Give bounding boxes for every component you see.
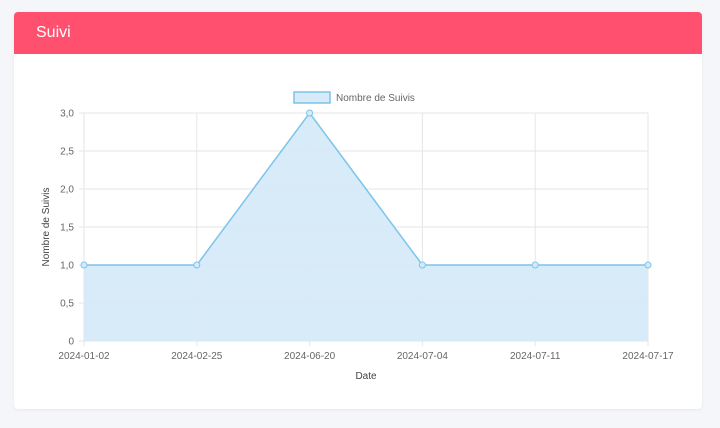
data-point[interactable]: [644, 261, 652, 269]
x-axis-title: Date: [355, 371, 377, 382]
legend-label[interactable]: Nombre de Suivis: [336, 93, 415, 104]
x-tick-label: 2024-02-25: [171, 351, 223, 362]
data-point[interactable]: [193, 261, 201, 269]
x-tick-label: 2024-07-04: [397, 351, 449, 362]
y-tick-label: 1,0: [60, 261, 74, 272]
y-tick-label: 0: [68, 337, 74, 348]
y-tick-label: 2,5: [60, 147, 74, 158]
data-point[interactable]: [418, 261, 426, 269]
y-tick-label: 1,5: [60, 223, 74, 234]
x-tick-label: 2024-07-11: [510, 351, 561, 362]
data-point[interactable]: [80, 261, 88, 269]
suivi-chart: 0 0,5 1,0 1,5 2,0 2,5 3,0 2024-01-02 2024-02-25 2…: [41, 91, 674, 382]
legend-swatch[interactable]: [293, 91, 331, 104]
y-tick-label: 3,0: [60, 109, 74, 120]
y-tick-label: 2,0: [60, 185, 74, 196]
y-axis-title: Nombre de Suivis: [41, 188, 52, 267]
y-tick-label: 0,5: [60, 299, 74, 310]
x-tick-label: 2024-01-02: [58, 351, 110, 362]
data-point[interactable]: [306, 109, 314, 117]
x-tick-label: 2024-06-20: [284, 351, 336, 362]
x-tick-label: 2024-07-17: [622, 351, 674, 362]
data-point[interactable]: [531, 261, 539, 269]
